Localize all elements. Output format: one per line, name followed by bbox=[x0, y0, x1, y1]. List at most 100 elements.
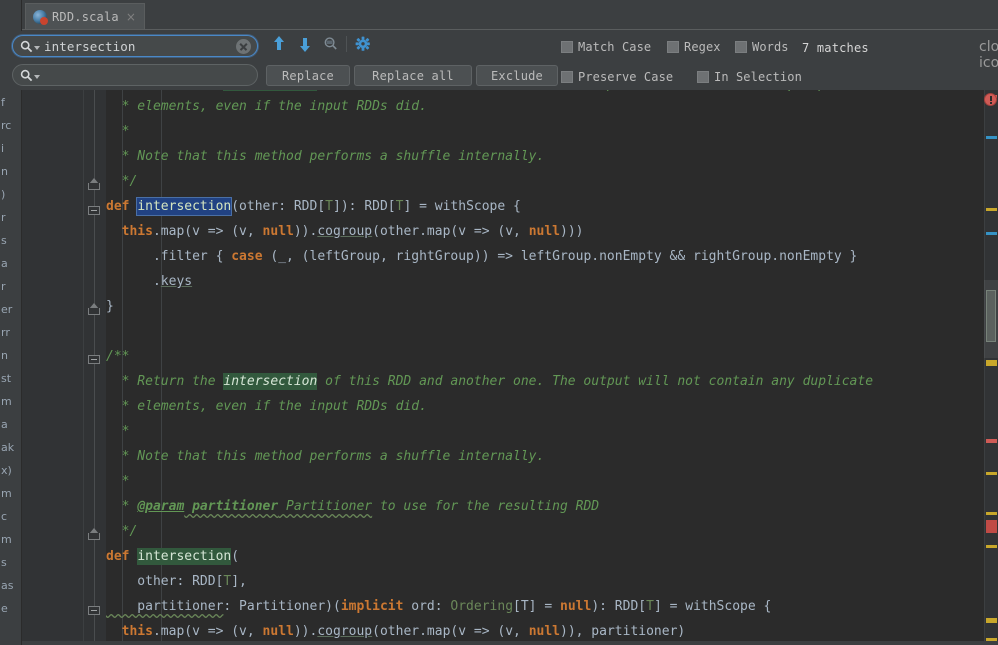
option-preserve-case[interactable]: Preserve Case bbox=[561, 70, 673, 84]
project-tree-item-fragment[interactable]: ) bbox=[1, 188, 5, 201]
fold-region-end-marker[interactable] bbox=[88, 178, 101, 190]
option-in-selection[interactable]: In Selection bbox=[697, 70, 802, 84]
code-token: of this RDD and another one. The output … bbox=[317, 374, 874, 389]
code-text[interactable]: * Return the intersection of this RDD an… bbox=[106, 90, 998, 645]
code-token: intersection bbox=[223, 373, 318, 390]
project-tree-item-fragment[interactable]: ak bbox=[1, 441, 14, 454]
close-icon[interactable]: close-icon bbox=[979, 39, 998, 71]
project-tree-item-fragment[interactable]: n bbox=[1, 165, 8, 178]
project-tree-item-fragment[interactable]: s bbox=[1, 234, 7, 247]
code-token: T bbox=[325, 199, 333, 214]
chevron-down-icon[interactable] bbox=[34, 75, 40, 79]
code-token: def bbox=[106, 549, 138, 564]
code-line: */ bbox=[106, 519, 138, 544]
project-tree-item-fragment[interactable]: a bbox=[1, 257, 8, 270]
find-previous-icon[interactable] bbox=[268, 33, 290, 55]
code-line: * elements, even if the input RDDs did. bbox=[106, 394, 427, 419]
code-line: def intersection(other: RDD[T]): RDD[T] … bbox=[106, 194, 521, 219]
project-tree-item-fragment[interactable]: c bbox=[1, 510, 7, 523]
close-icon[interactable]: × bbox=[124, 11, 138, 23]
project-tree-item-fragment[interactable]: r bbox=[1, 280, 6, 293]
clear-icon[interactable] bbox=[236, 39, 251, 54]
code-token: ): bbox=[591, 599, 615, 614]
code-line: * @param partitioner Partitioner to use … bbox=[106, 494, 599, 519]
checkbox[interactable] bbox=[735, 41, 747, 53]
project-tree-item-fragment[interactable]: r bbox=[1, 211, 6, 224]
code-line: .keys bbox=[106, 269, 192, 294]
error-stripe-marker[interactable] bbox=[986, 618, 997, 623]
replace-button[interactable]: Replace bbox=[266, 65, 350, 86]
project-tree-item-fragment[interactable]: a bbox=[1, 418, 8, 431]
checkbox[interactable] bbox=[561, 41, 573, 53]
fold-collapse-marker[interactable] bbox=[88, 203, 101, 216]
search-input[interactable]: intersection bbox=[12, 35, 258, 57]
project-tree-item-fragment[interactable]: st bbox=[1, 372, 11, 385]
fold-region-end-marker[interactable] bbox=[88, 303, 101, 315]
code-editor[interactable]: * Return the intersection of this RDD an… bbox=[22, 90, 998, 645]
error-stripe-marker-bar[interactable] bbox=[984, 90, 998, 645]
option-match-case[interactable]: Match Case bbox=[561, 40, 651, 54]
replace-input[interactable] bbox=[12, 64, 258, 86]
chevron-down-icon[interactable] bbox=[34, 46, 40, 50]
error-stripe-marker[interactable] bbox=[986, 439, 997, 443]
project-tree-item-fragment[interactable]: x) bbox=[1, 464, 12, 477]
error-stripe-marker[interactable] bbox=[986, 512, 997, 515]
gear-icon[interactable] bbox=[352, 33, 374, 55]
error-stripe-marker[interactable] bbox=[986, 472, 997, 475]
fold-collapse-marker[interactable] bbox=[88, 603, 101, 616]
code-token: ] = withScope { bbox=[403, 199, 521, 214]
editor-tab-rdd-scala[interactable]: RDD.scala × bbox=[25, 3, 145, 29]
code-token: cogroup bbox=[317, 624, 373, 639]
option-regex[interactable]: Regex bbox=[667, 40, 721, 54]
error-stripe-marker[interactable] bbox=[986, 520, 997, 533]
exclude-button[interactable]: Exclude bbox=[476, 65, 558, 86]
error-stripe-marker[interactable] bbox=[986, 208, 997, 211]
code-line: /** bbox=[106, 344, 129, 369]
option-words[interactable]: Words bbox=[735, 40, 789, 54]
project-tree-item-fragment[interactable]: er bbox=[1, 303, 12, 316]
code-token: null bbox=[262, 224, 294, 239]
replace-all-button[interactable]: Replace all bbox=[354, 65, 472, 86]
error-stripe-marker[interactable] bbox=[986, 545, 997, 548]
find-all-icon[interactable] bbox=[320, 33, 342, 55]
vertical-scrollbar-thumb[interactable] bbox=[984, 280, 998, 358]
project-tree-item-fragment[interactable]: rr bbox=[1, 326, 10, 339]
code-line: * Return the intersection of this RDD an… bbox=[106, 369, 873, 394]
code-token: null bbox=[528, 224, 560, 239]
fold-region-end-marker[interactable] bbox=[88, 528, 101, 540]
option-words-label: Words bbox=[752, 40, 789, 54]
code-token: of this RDD and another one. The output … bbox=[317, 90, 873, 91]
project-tree-item-fragment[interactable]: s bbox=[1, 556, 7, 569]
checkbox[interactable] bbox=[697, 71, 709, 83]
code-token: * Return the bbox=[106, 90, 223, 91]
error-stripe-marker[interactable] bbox=[986, 360, 997, 366]
checkbox[interactable] bbox=[667, 41, 679, 53]
code-token: ord: bbox=[403, 599, 451, 614]
project-tool-window-strip[interactable]: f rc i n) r s a r er rr n st m a ak x) m c m s as e bbox=[0, 0, 22, 645]
project-tree-item-fragment[interactable]: f bbox=[1, 96, 5, 109]
code-line: def intersection( bbox=[106, 544, 239, 569]
project-tree-item-fragment[interactable]: rc bbox=[1, 119, 11, 132]
editor-line-gutter[interactable] bbox=[22, 90, 84, 645]
code-token: [ bbox=[317, 199, 326, 214]
code-line: } bbox=[106, 294, 114, 319]
error-stripe-marker[interactable] bbox=[986, 136, 997, 139]
project-tree-item-fragment[interactable]: m bbox=[1, 487, 12, 500]
code-token: )), partitioner) bbox=[560, 624, 686, 639]
error-status-icon[interactable] bbox=[984, 93, 997, 106]
tab-underline bbox=[22, 29, 998, 30]
fold-collapse-marker[interactable] bbox=[88, 352, 101, 365]
code-token: : Partitioner)( bbox=[223, 599, 341, 614]
checkbox[interactable] bbox=[561, 71, 573, 83]
code-folding-gutter[interactable] bbox=[84, 90, 106, 645]
project-tree-item-fragment[interactable]: n bbox=[1, 349, 8, 362]
find-next-icon[interactable] bbox=[294, 33, 316, 55]
project-tree-item-fragment[interactable]: m bbox=[1, 533, 12, 546]
project-tree-item-fragment[interactable]: e bbox=[1, 602, 8, 615]
error-stripe-marker[interactable] bbox=[986, 232, 997, 235]
code-token: case bbox=[231, 249, 263, 264]
project-tree-item-fragment[interactable]: m bbox=[1, 395, 12, 408]
project-tree-item-fragment[interactable]: as bbox=[1, 579, 13, 592]
project-tree-item-fragment[interactable]: i bbox=[1, 142, 4, 155]
